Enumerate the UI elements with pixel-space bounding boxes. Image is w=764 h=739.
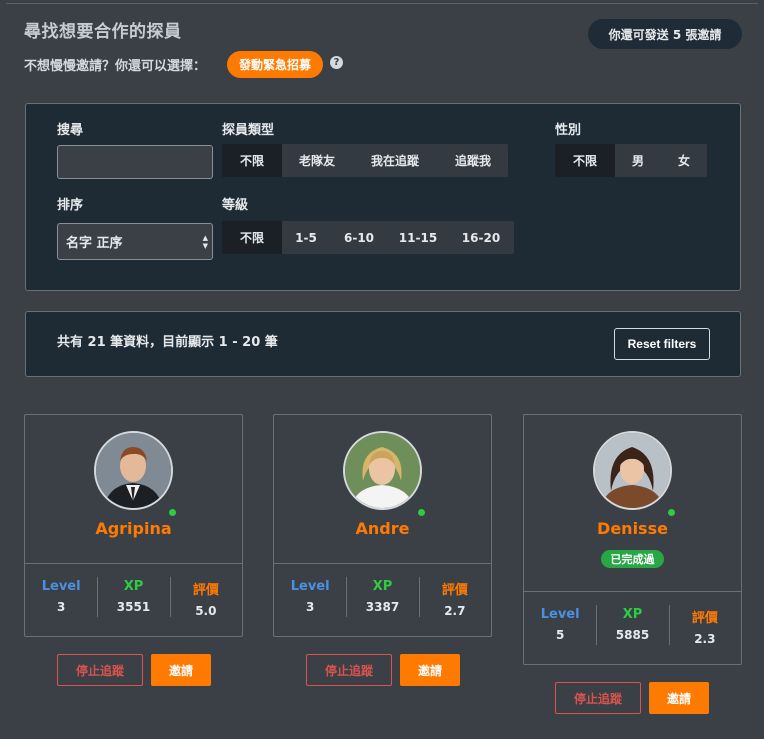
agent-stats: Level 5 XP 5885 評價 2.3 <box>524 603 741 659</box>
card-divider <box>274 563 491 564</box>
agent-name[interactable]: Denisse <box>524 519 741 538</box>
filter-panel: 搜尋 探員類型 不限 老隊友 我在追蹤 追蹤我 性別 不限 男 女 排序 名字 … <box>25 103 741 291</box>
stat-xp-label: XP <box>622 607 643 622</box>
stat-level-value: 5 <box>555 628 565 642</box>
invite-count-badge: 你還可發送 5 張邀請 <box>588 19 742 49</box>
level-label: 等級 <box>222 198 249 213</box>
stat-level-value: 3 <box>56 600 66 614</box>
level-option-6-10[interactable]: 6-10 <box>330 221 388 254</box>
gender-label: 性別 <box>555 123 582 138</box>
unfollow-button[interactable]: 停止追蹤 <box>57 654 143 686</box>
type-option-teammates[interactable]: 老隊友 <box>282 144 352 177</box>
results-summary: 共有 21 筆資料，目前顯示 1 - 20 筆 <box>57 335 278 350</box>
stat-level-label: Level <box>41 579 81 594</box>
top-divider <box>6 0 758 4</box>
results-panel: 共有 21 筆資料，目前顯示 1 - 20 筆 Reset filters <box>25 311 741 377</box>
completed-badge: 已完成過 <box>601 550 664 568</box>
type-label: 探員類型 <box>222 123 275 138</box>
avatar-woman-blonde-icon <box>345 433 420 508</box>
avatar-man-suit-icon <box>96 433 171 508</box>
level-option-11-15[interactable]: 11-15 <box>388 221 448 254</box>
stat-rating-value: 2.3 <box>694 632 716 646</box>
stat-rating: 評價 5.0 <box>169 575 242 631</box>
reset-filters-button[interactable]: Reset filters <box>614 328 710 360</box>
stat-xp-value: 3551 <box>116 600 151 614</box>
type-option-any[interactable]: 不限 <box>222 144 282 177</box>
stat-level: Level 3 <box>274 575 346 631</box>
search-input[interactable] <box>57 145 213 179</box>
search-label: 搜尋 <box>57 123 84 138</box>
sort-select[interactable]: 名字 正序 ▲ ▼ <box>57 223 213 260</box>
select-arrows-icon: ▲ ▼ <box>202 234 208 250</box>
urgent-recruit-button[interactable]: 發動緊急招募 <box>227 51 323 78</box>
gender-filter: 不限 男 女 <box>555 144 707 177</box>
avatar-woman-dark-hair-icon <box>595 433 670 508</box>
stat-xp-label: XP <box>123 579 144 594</box>
invite-button[interactable]: 邀請 <box>649 682 709 714</box>
stat-rating: 評價 2.3 <box>668 603 741 659</box>
level-filter: 不限 1-5 6-10 11-15 16-20 <box>222 221 514 254</box>
stat-xp: XP 3387 <box>346 575 418 631</box>
level-option-16-20[interactable]: 16-20 <box>448 221 514 254</box>
online-status-icon <box>167 507 178 518</box>
stat-rating-label: 評價 <box>441 583 468 598</box>
stat-xp: XP 5885 <box>596 603 668 659</box>
unfollow-button[interactable]: 停止追蹤 <box>306 654 392 686</box>
type-option-following[interactable]: 我在追蹤 <box>352 144 438 177</box>
gender-option-male[interactable]: 男 <box>615 144 661 177</box>
agent-card: Agripina Level 3 XP 3551 評價 5.0 <box>24 414 243 637</box>
sort-select-value: 名字 正序 <box>66 236 123 251</box>
unfollow-button[interactable]: 停止追蹤 <box>555 682 641 714</box>
stat-level-label: Level <box>540 607 580 622</box>
agent-stats: Level 3 XP 3551 評價 5.0 <box>25 575 242 631</box>
level-option-any[interactable]: 不限 <box>222 221 282 254</box>
gender-option-any[interactable]: 不限 <box>555 144 615 177</box>
level-option-1-5[interactable]: 1-5 <box>282 221 330 254</box>
avatar <box>94 431 173 510</box>
agent-card: Denisse 已完成過 Level 5 XP 5885 評價 2.3 <box>523 414 742 665</box>
card-divider <box>524 591 741 592</box>
stat-level-label: Level <box>290 579 330 594</box>
page-title: 尋找想要合作的探員 <box>24 22 182 42</box>
agent-name[interactable]: Agripina <box>25 519 242 538</box>
sort-label: 排序 <box>57 198 84 213</box>
stat-xp-value: 5885 <box>615 628 650 642</box>
stat-rating-value: 5.0 <box>195 604 217 618</box>
stat-rating-value: 2.7 <box>444 604 466 618</box>
online-status-icon <box>416 507 427 518</box>
subtitle: 不想慢慢邀請？你還可以選擇： <box>24 59 207 74</box>
invite-button[interactable]: 邀請 <box>400 654 460 686</box>
stat-level: Level 5 <box>524 603 596 659</box>
agent-card: Andre Level 3 XP 3387 評價 2.7 <box>273 414 492 637</box>
online-status-icon <box>666 507 677 518</box>
card-divider <box>25 563 242 564</box>
stat-rating-label: 評價 <box>192 583 219 598</box>
invite-button[interactable]: 邀請 <box>151 654 211 686</box>
help-icon[interactable]: ? <box>330 56 343 69</box>
agent-name[interactable]: Andre <box>274 519 491 538</box>
avatar <box>343 431 422 510</box>
stat-xp-value: 3387 <box>365 600 400 614</box>
avatar <box>593 431 672 510</box>
stat-xp: XP 3551 <box>97 575 169 631</box>
stat-level-value: 3 <box>305 600 315 614</box>
gender-option-female[interactable]: 女 <box>661 144 707 177</box>
stat-rating: 評價 2.7 <box>418 575 491 631</box>
stat-xp-label: XP <box>372 579 393 594</box>
stat-level: Level 3 <box>25 575 97 631</box>
agent-stats: Level 3 XP 3387 評價 2.7 <box>274 575 491 631</box>
stat-rating-label: 評價 <box>691 611 718 626</box>
type-option-followers[interactable]: 追蹤我 <box>438 144 508 177</box>
type-filter: 不限 老隊友 我在追蹤 追蹤我 <box>222 144 508 177</box>
